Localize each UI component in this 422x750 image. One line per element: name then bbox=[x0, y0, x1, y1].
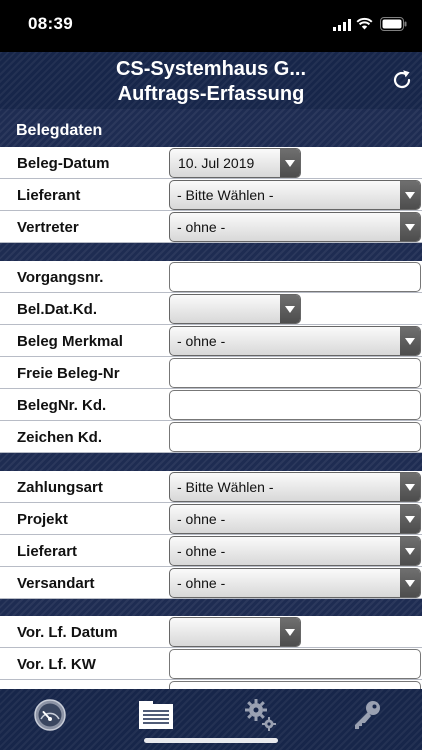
chevron-down-icon bbox=[400, 569, 420, 597]
label-vorgangsnr: Vorgangsnr. bbox=[17, 269, 104, 286]
lieferart-select[interactable]: - ohne - bbox=[169, 536, 421, 566]
row-partial-cut-off bbox=[0, 680, 422, 689]
label-vor-lf-datum: Vor. Lf. Datum bbox=[17, 624, 118, 641]
freie-beleg-nr-input[interactable] bbox=[169, 358, 421, 388]
row-belegnr-kd: BelegNr. Kd. bbox=[0, 389, 422, 421]
status-bar: 08:39 bbox=[0, 0, 422, 52]
beleg-merkmal-select[interactable]: - ohne - bbox=[169, 326, 421, 356]
chevron-down-icon bbox=[280, 295, 300, 323]
section-divider bbox=[0, 599, 422, 617]
document-list-icon bbox=[139, 701, 173, 729]
lieferant-select[interactable]: - Bitte Wählen - bbox=[169, 180, 421, 210]
chevron-down-icon bbox=[400, 505, 420, 533]
page-title: Auftrags-Erfassung bbox=[117, 83, 305, 105]
battery-icon bbox=[380, 17, 407, 31]
chevron-down-icon bbox=[280, 149, 300, 177]
label-zeichen-kd: Zeichen Kd. bbox=[17, 429, 103, 446]
section-divider bbox=[0, 453, 422, 471]
label-bel-dat-kd: Bel.Dat.Kd. bbox=[17, 301, 98, 318]
lieferant-value: - Bitte Wählen - bbox=[177, 187, 274, 203]
chevron-down-icon bbox=[400, 181, 420, 209]
label-beleg-merkmal: Beleg Merkmal bbox=[17, 333, 123, 350]
vertreter-select[interactable]: - ohne - bbox=[169, 212, 421, 242]
chevron-down-icon bbox=[400, 213, 420, 241]
form-scroll-area[interactable]: Belegdaten Beleg-Datum 10. Jul 2019 Lief… bbox=[0, 109, 422, 689]
row-vertreter: Vertreter - ohne - bbox=[0, 211, 422, 243]
vor-lf-datum-picker[interactable] bbox=[169, 617, 301, 647]
projekt-value: - ohne - bbox=[177, 511, 226, 527]
gears-icon bbox=[245, 699, 276, 731]
label-lieferant: Lieferant bbox=[17, 187, 81, 204]
row-beleg-datum: Beleg-Datum 10. Jul 2019 bbox=[0, 147, 422, 179]
chevron-down-icon bbox=[400, 473, 420, 501]
row-vor-lf-datum: Vor. Lf. Datum bbox=[0, 616, 422, 648]
section-divider bbox=[0, 243, 422, 261]
versandart-value: - ohne - bbox=[177, 575, 226, 591]
row-bel-dat-kd: Bel.Dat.Kd. bbox=[0, 293, 422, 325]
app-screen: 08:39 CS-Systemhaus G... Auftrags-Erfass… bbox=[0, 0, 422, 750]
label-vor-lf-kw: Vor. Lf. KW bbox=[17, 656, 96, 673]
row-beleg-merkmal: Beleg Merkmal - ohne - bbox=[0, 325, 422, 357]
vertreter-value: - ohne - bbox=[177, 219, 226, 235]
wifi-icon bbox=[356, 17, 373, 30]
lieferart-value: - ohne - bbox=[177, 543, 226, 559]
row-lieferart: Lieferart - ohne - bbox=[0, 535, 422, 567]
beleg-datum-value: 10. Jul 2019 bbox=[178, 155, 255, 171]
section-title: Belegdaten bbox=[16, 122, 103, 139]
zahlungsart-select[interactable]: - Bitte Wählen - bbox=[169, 472, 421, 502]
chevron-down-icon bbox=[400, 327, 420, 355]
label-projekt: Projekt bbox=[17, 511, 68, 528]
row-zeichen-kd: Zeichen Kd. bbox=[0, 421, 422, 453]
speedometer-icon bbox=[34, 699, 66, 731]
zeichen-kd-input[interactable] bbox=[169, 422, 421, 452]
chevron-down-icon bbox=[280, 618, 300, 646]
tab-documents[interactable] bbox=[126, 693, 186, 743]
home-indicator bbox=[144, 738, 278, 743]
projekt-select[interactable]: - ohne - bbox=[169, 504, 421, 534]
row-lieferant: Lieferant - Bitte Wählen - bbox=[0, 179, 422, 211]
zahlungsart-value: - Bitte Wählen - bbox=[177, 479, 274, 495]
section-header-belegdaten: Belegdaten bbox=[0, 109, 422, 147]
vor-lf-kw-input[interactable] bbox=[169, 649, 421, 679]
label-belegnr-kd: BelegNr. Kd. bbox=[17, 397, 107, 414]
cellular-signal-icon bbox=[333, 19, 351, 31]
row-vor-lf-kw: Vor. Lf. KW bbox=[0, 648, 422, 680]
refresh-icon[interactable] bbox=[390, 68, 414, 92]
vorgangsnr-input[interactable] bbox=[169, 262, 421, 292]
tab-settings[interactable] bbox=[231, 693, 291, 743]
tab-dashboard[interactable] bbox=[20, 693, 80, 743]
chevron-down-icon bbox=[400, 537, 420, 565]
bel-dat-kd-picker[interactable] bbox=[169, 294, 301, 324]
versandart-select[interactable]: - ohne - bbox=[169, 568, 421, 598]
row-vorgangsnr: Vorgangsnr. bbox=[0, 261, 422, 293]
nav-header: CS-Systemhaus G... Auftrags-Erfassung bbox=[0, 52, 422, 109]
company-title: CS-Systemhaus G... bbox=[115, 58, 307, 80]
label-vertreter: Vertreter bbox=[17, 219, 79, 236]
tab-login[interactable] bbox=[337, 693, 397, 743]
key-icon bbox=[355, 701, 380, 729]
label-lieferart: Lieferart bbox=[17, 543, 78, 560]
row-freie-beleg-nr: Freie Beleg-Nr bbox=[0, 357, 422, 389]
label-beleg-datum: Beleg-Datum bbox=[17, 155, 110, 172]
row-zahlungsart: Zahlungsart - Bitte Wählen - bbox=[0, 471, 422, 503]
status-time: 08:39 bbox=[28, 14, 73, 33]
beleg-merkmal-value: - ohne - bbox=[177, 333, 226, 349]
beleg-datum-picker[interactable]: 10. Jul 2019 bbox=[169, 148, 301, 178]
label-versandart: Versandart bbox=[17, 575, 95, 592]
row-versandart: Versandart - ohne - bbox=[0, 567, 422, 599]
label-freie-beleg-nr: Freie Beleg-Nr bbox=[17, 365, 120, 382]
row-projekt: Projekt - ohne - bbox=[0, 503, 422, 535]
belegnr-kd-input[interactable] bbox=[169, 390, 421, 420]
partial-input[interactable] bbox=[169, 681, 421, 689]
label-zahlungsart: Zahlungsart bbox=[17, 479, 103, 496]
